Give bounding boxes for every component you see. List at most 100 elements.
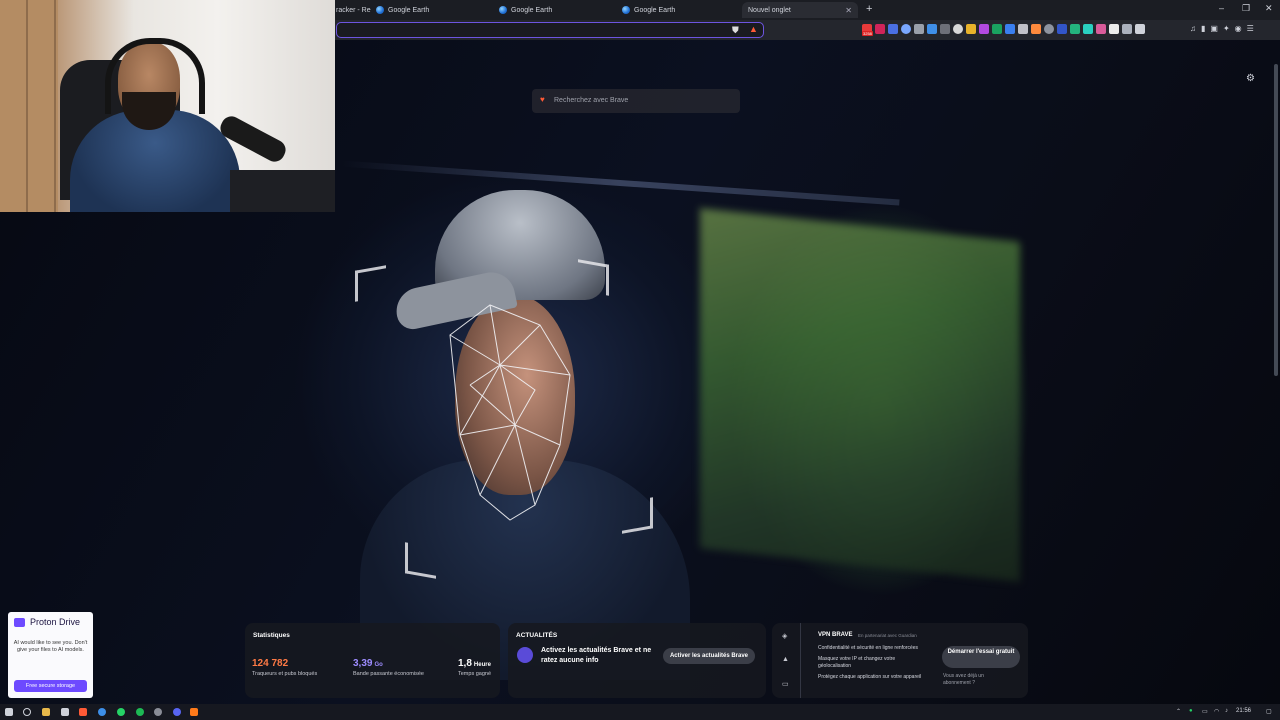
news-title: ACTUALITÉS [516,632,558,639]
widget-switcher: ◈ ▲ ▭ [772,623,801,698]
vpn-subscribed-link[interactable]: Vous avez déjà un abonnement ? [943,673,1003,687]
spotify-icon[interactable] [136,708,144,716]
file-explorer-icon[interactable] [42,708,50,716]
close-icon[interactable]: ✕ [845,6,852,15]
brave-rewards-icon[interactable]: ▲ [749,24,758,34]
vpn-tab-icon[interactable]: ◈ [782,632,787,640]
extension-icon[interactable] [992,24,1002,34]
extension-badge: 3258 [862,31,873,36]
media-icon[interactable]: ♫ [1190,24,1196,33]
profile-icon[interactable]: ◉ [1235,24,1242,33]
tab-google-earth-1[interactable]: Google Earth [376,2,429,18]
extensions-puzzle-icon[interactable] [1122,24,1132,34]
menu-icon[interactable]: ☰ [1247,24,1254,33]
address-bar[interactable] [336,22,764,38]
trackers-count: 124 782 [252,658,289,669]
app-icon[interactable] [190,708,198,716]
extension-icon[interactable] [1096,24,1106,34]
notifications-icon[interactable]: ▢ [1266,708,1272,715]
taskbar-clock[interactable]: 21:56 [1236,708,1251,714]
webcam-background-shelf [0,0,58,212]
new-tab-button[interactable]: + [866,3,872,15]
background-laptop-edge [340,160,900,206]
start-trial-button[interactable]: Démarrer l'essai gratuit [942,646,1020,668]
scrollbar[interactable] [1274,64,1278,376]
enable-news-button[interactable]: Activer les actualités Brave [663,648,755,664]
stats-widget: Statistiques 124 782 Traqueurs et pubs b… [245,623,500,698]
toolbar-right-icons: ♫ ▮ ▣ ✦ ◉ ☰ [1190,24,1254,33]
wallet-icon[interactable]: ▣ [1210,24,1218,33]
extension-icon[interactable] [927,24,937,34]
webcam-overlay [0,0,335,212]
extension-icon[interactable] [1018,24,1028,34]
edge-icon[interactable] [98,708,106,716]
sidebar-icon[interactable] [1135,24,1145,34]
discord-icon[interactable] [173,708,181,716]
extension-icon[interactable] [1044,24,1054,34]
bandwidth-label: Bande passante économisée [353,671,424,677]
brave-shields-icon[interactable]: ⛊ [732,25,739,36]
tray-overflow-icon[interactable]: ⌃ [1176,708,1181,715]
restore-icon[interactable]: ❐ [1242,3,1250,14]
stats-title: Statistiques [253,632,290,639]
talk-tab-icon[interactable]: ▭ [782,680,789,688]
extension-icon[interactable] [1083,24,1093,34]
extension-icon[interactable] [940,24,950,34]
bandwidth-number: 3,39 [353,658,373,669]
tab-label: racker - Re [336,6,371,14]
google-earth-icon [499,6,507,14]
vpn-feature: Protégez chaque application sur votre ap… [818,674,922,680]
background-photo-blur [700,208,1020,582]
extension-icon[interactable] [966,24,976,34]
extension-icon[interactable] [901,24,911,34]
search-box[interactable]: ♥ Recherchez avec Brave [532,89,740,113]
volume-icon[interactable]: ♪ [1225,708,1228,714]
tab-tracker[interactable]: racker - Re [336,2,371,18]
wifi-icon[interactable]: ◠ [1214,708,1219,715]
extension-icon[interactable] [1005,24,1015,34]
rewards-tab-icon[interactable]: ▲ [782,656,789,663]
google-earth-icon [622,6,630,14]
extension-icon[interactable] [1070,24,1080,34]
extension-icon[interactable] [1109,24,1119,34]
obs-icon[interactable] [154,708,162,716]
extension-icon[interactable] [1057,24,1067,34]
extension-icon[interactable] [1031,24,1041,34]
minimize-icon[interactable]: – [1219,3,1224,13]
face-mesh-overlay [449,304,571,521]
focus-corner-bottom-right [622,497,653,534]
focus-corner-top-left [355,265,386,302]
start-icon[interactable] [5,708,13,716]
whatsapp-icon[interactable] [117,708,125,716]
time-value: 1,8 Heure [458,658,491,669]
tab-new-tab[interactable]: Nouvel onglet ✕ [742,2,858,18]
taskview-icon[interactable] [61,708,69,716]
sidebar-toggle-icon[interactable]: ▮ [1201,24,1205,33]
vpn-feature: Masquez votre IP et changez votre géoloc… [818,656,896,669]
time-label: Temps gagné [458,671,492,677]
tab-google-earth-3[interactable]: Google Earth [622,2,675,18]
vpn-partner: En partenariat avec Guardian [858,633,917,638]
extension-icon[interactable] [888,24,898,34]
bandwidth-unit: Go [374,662,383,668]
extension-icon[interactable] [875,24,885,34]
extension-icon[interactable] [914,24,924,34]
close-window-icon[interactable]: ✕ [1265,3,1273,14]
trackers-label: Traqueurs et pubs bloqués [252,671,318,677]
network-icon[interactable]: ▭ [1202,708,1208,715]
customize-gear-icon[interactable]: ⚙ [1246,73,1255,84]
headset-icon [105,38,205,114]
proton-drive-logo-icon [14,618,25,627]
time-unit: Heure [473,662,491,668]
tray-app-icon[interactable]: ● [1189,708,1193,714]
tab-label: Nouvel onglet [748,6,791,14]
search-placeholder: Recherchez avec Brave [554,97,629,104]
extension-icon[interactable] [979,24,989,34]
leo-icon[interactable]: ✦ [1223,24,1230,33]
search-icon[interactable] [23,708,31,716]
tab-google-earth-2[interactable]: Google Earth [499,2,552,18]
extension-icon[interactable] [953,24,963,34]
proton-drive-cta-button[interactable]: Free secure storage [14,680,87,692]
brave-icon[interactable] [79,708,87,716]
brave-lion-icon: ♥ [540,95,545,104]
